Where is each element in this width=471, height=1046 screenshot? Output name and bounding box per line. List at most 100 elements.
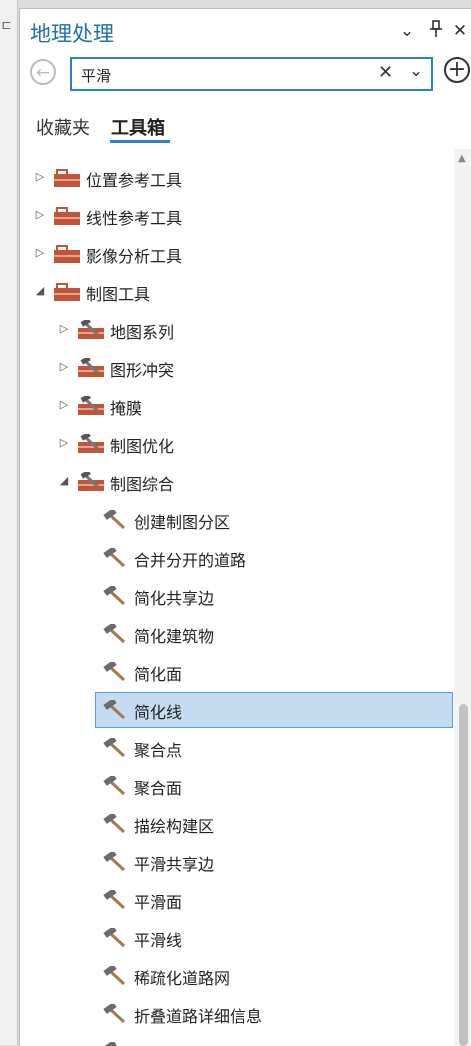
expand-arrow-icon[interactable]: ▷ (58, 436, 70, 449)
tree-item-tool[interactable]: 平滑面 (20, 881, 454, 919)
tree-item-tool[interactable]: 稀疏化道路网 (20, 957, 454, 995)
toolbox-icon (54, 168, 80, 188)
collapse-arrow-icon[interactable]: ◢ (58, 474, 70, 487)
tree-item-label: 折叠水文面 (134, 1041, 214, 1046)
toolbox-tree: ▷ 位置参考工具 ▷ 线性参考工具 ▷ 影像分析工具 ◢ 制图工具 ▷ 地图系列 ▷ 图形冲突 ▷ 掩膜 ▷… (20, 159, 454, 1046)
hammer-icon (102, 736, 128, 758)
tab-toolboxes[interactable]: 工具箱 (111, 114, 165, 140)
active-tab-indicator (110, 140, 170, 143)
tree-item-tool[interactable]: 折叠水文面 (20, 1033, 454, 1046)
toolset-icon (78, 431, 104, 454)
hammer-icon (102, 964, 128, 986)
toolbox-icon (54, 206, 80, 226)
tree-item-label: 图形冲突 (110, 361, 175, 380)
tree-item-label: 线性参考工具 (86, 209, 183, 228)
tree-item-tool[interactable]: 描绘构建区 (20, 805, 454, 843)
hammer-icon (102, 698, 128, 720)
tree-item-label: 聚合面 (134, 779, 183, 798)
tree-item-toolbox[interactable]: ◢ 制图工具 (20, 273, 454, 311)
toolset-icon (78, 393, 104, 416)
pane-titlebar: 地理处理 ⌄ ✕ (20, 9, 471, 53)
tree-item-label: 简化线 (134, 703, 183, 722)
tree-item-label: 制图工具 (86, 285, 151, 304)
hammer-icon (102, 508, 128, 530)
tree-item-label: 制图优化 (110, 437, 175, 456)
search-input[interactable]: 平滑 ✕ ⌄ (70, 57, 433, 91)
scrollbar-thumb[interactable] (459, 704, 468, 1046)
hammer-icon (102, 622, 128, 644)
tree-item-label: 平滑面 (134, 893, 183, 912)
expand-arrow-icon[interactable]: ▷ (34, 208, 46, 221)
clear-icon[interactable]: ✕ (378, 62, 393, 83)
tree-item-toolset[interactable]: ▷ 地图系列 (20, 311, 454, 349)
expand-arrow-icon[interactable]: ▷ (34, 170, 46, 183)
hammer-icon (102, 926, 128, 948)
tree-item-label: 创建制图分区 (134, 513, 231, 532)
expand-arrow-icon[interactable]: ▷ (58, 398, 70, 411)
tree-item-tool[interactable]: 聚合面 (20, 767, 454, 805)
toolset-icon (78, 317, 104, 340)
tree-item-tool[interactable]: 合并分开的道路 (20, 539, 454, 577)
hammer-icon (102, 774, 128, 796)
toolset-icon (78, 355, 104, 378)
expand-arrow-icon[interactable]: ▷ (58, 360, 70, 373)
tree-item-toolbox[interactable]: ▷ 影像分析工具 (20, 235, 454, 273)
adjacent-pane-glyph: ㄷ (0, 19, 13, 35)
add-circle-icon[interactable]: + (444, 57, 470, 83)
hammer-icon (102, 1002, 128, 1024)
search-row: ← 平滑 ✕ ⌄ + (20, 53, 471, 99)
tree-item-label: 简化建筑物 (134, 627, 215, 646)
search-dropdown-icon[interactable]: ⌄ (409, 61, 423, 81)
expand-arrow-icon[interactable]: ▷ (34, 246, 46, 259)
tree-item-label: 影像分析工具 (86, 247, 183, 266)
tree-item-tool[interactable]: 平滑共享边 (20, 843, 454, 881)
vertical-scrollbar[interactable]: ▲ (454, 149, 471, 1046)
tree-item-label: 位置参考工具 (86, 171, 183, 190)
pane-tabs: 收藏夹 工具箱 (20, 109, 471, 149)
chevron-down-icon[interactable]: ⌄ (397, 20, 417, 42)
hammer-icon (102, 1040, 128, 1046)
tree-item-toolset[interactable]: ▷ 图形冲突 (20, 349, 454, 387)
toolbox-icon (54, 282, 80, 302)
tree-item-toolbox[interactable]: ▷ 线性参考工具 (20, 197, 454, 235)
scroll-up-icon[interactable]: ▲ (458, 153, 466, 164)
tree-item-label: 掩膜 (110, 399, 143, 418)
tree-item-label: 合并分开的道路 (134, 551, 247, 570)
tree-item-tool[interactable]: 聚合点 (20, 729, 454, 767)
collapse-arrow-icon[interactable]: ◢ (34, 284, 46, 297)
tree-item-tool[interactable]: 平滑线 (20, 919, 454, 957)
tree-item-label: 简化共享边 (134, 589, 215, 608)
tree-item-tool[interactable]: 简化线 (20, 691, 454, 729)
toolset-icon (78, 469, 104, 492)
tree-item-label: 地图系列 (110, 323, 175, 342)
tree-item-tool[interactable]: 简化面 (20, 653, 454, 691)
hammer-icon (102, 546, 128, 568)
tree-item-label: 聚合点 (134, 741, 183, 760)
tree-item-label: 制图综合 (110, 475, 175, 494)
tree-item-tool[interactable]: 折叠道路详细信息 (20, 995, 454, 1033)
tree-item-tool[interactable]: 创建制图分区 (20, 501, 454, 539)
pin-icon[interactable] (426, 20, 446, 42)
tree-item-toolset[interactable]: ▷ 掩膜 (20, 387, 454, 425)
search-input-value: 平滑 (81, 67, 112, 85)
tree-item-label: 稀疏化道路网 (134, 969, 231, 988)
close-icon[interactable]: ✕ (450, 20, 470, 42)
tree-item-label: 简化面 (134, 665, 183, 684)
tree-item-toolset[interactable]: ◢ 制图综合 (20, 463, 454, 501)
tree-item-toolset[interactable]: ▷ 制图优化 (20, 425, 454, 463)
tab-favorites[interactable]: 收藏夹 (36, 114, 90, 140)
hammer-icon (102, 584, 128, 606)
tree-item-toolbox[interactable]: ▷ 位置参考工具 (20, 159, 454, 197)
tree-item-label: 平滑线 (134, 931, 183, 950)
back-arrow-icon[interactable]: ← (30, 59, 56, 85)
expand-arrow-icon[interactable]: ▷ (58, 322, 70, 335)
pane-title: 地理处理 (30, 22, 114, 46)
hammer-icon (102, 850, 128, 872)
hammer-icon (102, 660, 128, 682)
adjacent-pane-edge: ㄷ (0, 0, 18, 1045)
tree-item-label: 平滑共享边 (134, 855, 215, 874)
tree-item-label: 折叠道路详细信息 (134, 1007, 263, 1026)
tree-item-tool[interactable]: 简化共享边 (20, 577, 454, 615)
hammer-icon (102, 888, 128, 910)
tree-item-tool[interactable]: 简化建筑物 (20, 615, 454, 653)
